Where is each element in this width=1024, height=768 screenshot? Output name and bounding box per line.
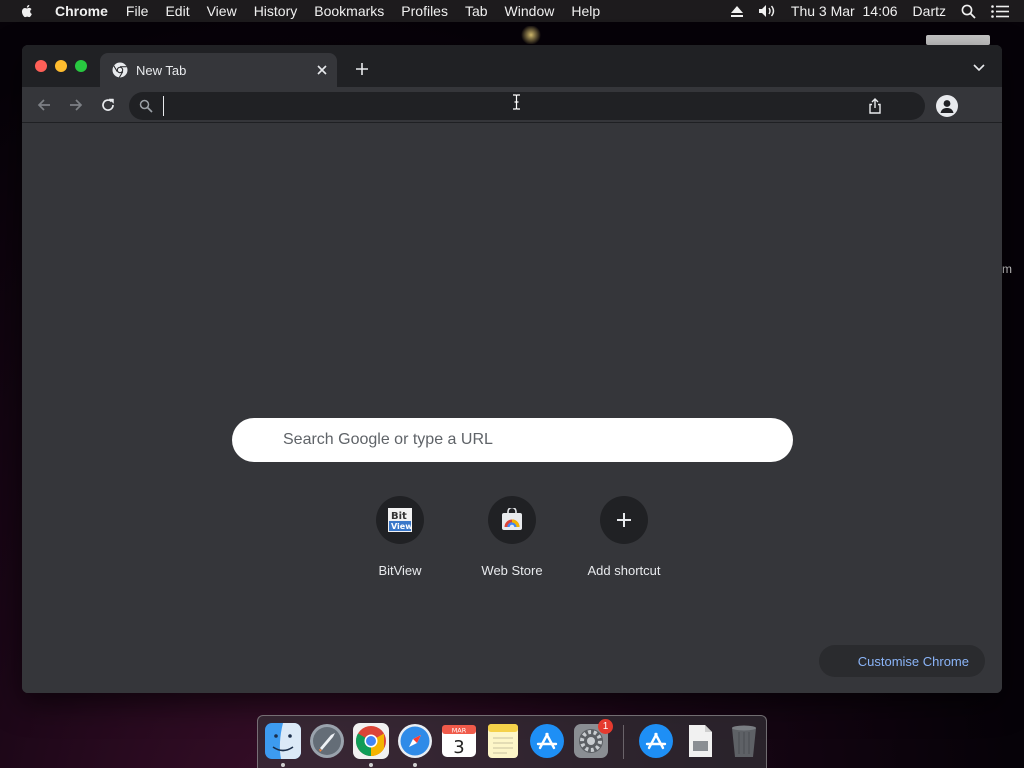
svg-text:View: View xyxy=(391,522,412,531)
launchpad-icon[interactable] xyxy=(309,723,345,759)
menu-profiles[interactable]: Profiles xyxy=(401,3,448,19)
text-cursor-icon xyxy=(513,94,520,110)
running-indicator xyxy=(369,763,373,767)
menu-help[interactable]: Help xyxy=(571,3,600,19)
menu-history[interactable]: History xyxy=(254,3,298,19)
menu-bar: Chrome File Edit View History Bookmarks … xyxy=(0,0,1024,22)
shortcut-bitview[interactable]: Bit View BitView xyxy=(344,496,456,586)
spotlight-search-icon[interactable] xyxy=(961,4,976,19)
customise-chrome-button[interactable]: Customise Chrome xyxy=(819,645,985,677)
shortcut-label: BitView xyxy=(378,563,422,578)
profile-person-icon xyxy=(940,100,954,113)
clock[interactable]: Thu 3 Mar 14:06 xyxy=(791,3,898,19)
calendar-month: MAR xyxy=(452,727,467,735)
menu-window[interactable]: Window xyxy=(505,3,555,19)
running-indicator xyxy=(281,763,285,767)
menu-edit[interactable]: Edit xyxy=(165,3,189,19)
svg-text:Bit: Bit xyxy=(391,511,407,522)
tab-new-tab[interactable]: New Tab xyxy=(100,53,337,87)
trash-icon[interactable] xyxy=(726,723,762,759)
app-store-download-icon[interactable] xyxy=(638,723,674,759)
calendar-icon[interactable]: MAR 3 xyxy=(441,723,477,759)
window-minimize-button[interactable] xyxy=(55,60,67,72)
user-name[interactable]: Dartz xyxy=(913,3,946,19)
menu-bookmarks[interactable]: Bookmarks xyxy=(314,3,384,19)
apple-icon[interactable] xyxy=(19,3,35,19)
profile-avatar-button[interactable] xyxy=(936,95,958,117)
document-icon[interactable] xyxy=(682,723,718,759)
shortcut-label: Web Store xyxy=(481,563,543,578)
address-bar[interactable] xyxy=(129,92,925,120)
tab-strip: New Tab xyxy=(22,45,1002,87)
web-store-icon xyxy=(502,508,522,530)
menu-view[interactable]: View xyxy=(207,3,237,19)
search-icon xyxy=(139,99,153,113)
shortcut-label: Add shortcut xyxy=(587,563,661,578)
reload-icon[interactable] xyxy=(100,97,116,113)
search-box-placeholder: Search Google or type a URL xyxy=(283,431,493,448)
desktop-label: m xyxy=(1002,262,1012,276)
dock: MAR 3 1 xyxy=(257,715,767,768)
running-indicator xyxy=(413,763,417,767)
new-tab-plus-icon[interactable] xyxy=(354,61,370,77)
address-input[interactable] xyxy=(163,96,853,116)
desktop-wallpaper-glow xyxy=(520,26,542,44)
shortcut-icon-container xyxy=(488,496,536,544)
shortcut-web-store[interactable]: Web Store xyxy=(456,496,568,586)
shortcut-icon-container: Bit View xyxy=(376,496,424,544)
status-area: Thu 3 Mar 14:06 Dartz xyxy=(730,0,1024,22)
finder-icon[interactable] xyxy=(265,723,301,759)
window-maximize-button[interactable] xyxy=(75,60,87,72)
shortcut-icon-container xyxy=(600,496,648,544)
google-search-box[interactable]: Search Google or type a URL xyxy=(232,418,793,462)
notes-icon[interactable] xyxy=(485,723,521,759)
safari-icon[interactable] xyxy=(397,723,433,759)
google-chrome-icon[interactable] xyxy=(353,723,389,759)
chrome-favicon-icon xyxy=(112,62,128,78)
forward-arrow-icon[interactable] xyxy=(68,97,84,113)
notification-badge: 1 xyxy=(598,719,613,734)
new-tab-page: Search Google or type a URL Bit View Bit… xyxy=(22,124,1002,693)
window-close-button[interactable] xyxy=(35,60,47,72)
back-arrow-icon[interactable] xyxy=(36,97,52,113)
tab-close-icon[interactable] xyxy=(315,63,329,77)
customise-chrome-label: Customise Chrome xyxy=(857,653,969,669)
calendar-day: 3 xyxy=(453,737,464,758)
share-icon[interactable] xyxy=(868,98,882,114)
shortcut-add[interactable]: Add shortcut xyxy=(568,496,680,586)
bitview-icon: Bit View xyxy=(388,508,412,532)
dock-separator xyxy=(623,725,624,759)
desktop-file-thumbnail[interactable] xyxy=(926,35,990,45)
chrome-window: New Tab Search Google or type a URL Bit … xyxy=(22,45,1002,693)
menu-file[interactable]: File xyxy=(126,3,149,19)
tab-title: New Tab xyxy=(136,62,187,78)
volume-icon[interactable] xyxy=(758,4,776,18)
notification-center-icon[interactable] xyxy=(991,4,1009,18)
eject-icon[interactable] xyxy=(730,5,743,17)
app-store-icon[interactable] xyxy=(529,723,565,759)
tab-search-chevron-icon[interactable] xyxy=(972,63,986,73)
plus-icon xyxy=(617,513,631,527)
menu-tab[interactable]: Tab xyxy=(465,3,488,19)
menu-app-name[interactable]: Chrome xyxy=(55,3,108,19)
